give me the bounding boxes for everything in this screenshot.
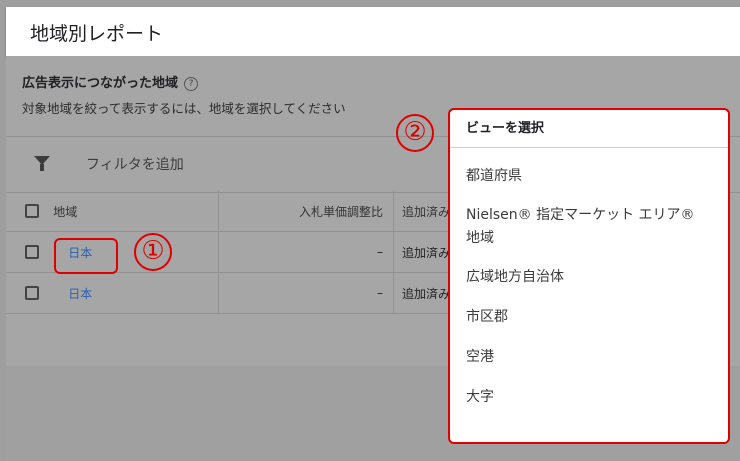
view-menu-title: ビューを選択 [450, 110, 728, 148]
view-menu-item-city[interactable]: 市区郡 [450, 306, 728, 326]
status-cell: 追加済み [393, 272, 450, 314]
column-header-region[interactable]: 地域 [53, 191, 219, 232]
annotation-number-two: ② [396, 114, 434, 152]
annotation-number-one: ① [134, 233, 172, 271]
bid-adjustment-cell: – [218, 231, 394, 273]
column-header-status[interactable]: 追加済み [393, 191, 450, 232]
annotation-highlight-box [54, 238, 118, 274]
row-checkbox[interactable] [25, 245, 39, 260]
status-cell: 追加済み [393, 231, 450, 273]
row-checkbox[interactable] [25, 286, 39, 301]
section-title-text: 広告表示につながった地域 [22, 76, 179, 91]
table-header-row: 地域 入札単価調整比 追加済み [6, 191, 450, 232]
filter-icon[interactable] [34, 156, 50, 171]
help-icon[interactable]: ? [184, 76, 199, 91]
select-all-checkbox[interactable] [25, 204, 39, 219]
view-menu-item-nielsen-dma[interactable]: Nielsen® 指定マーケット エリア® 地域 [450, 204, 706, 250]
view-select-menu: ビューを選択 都道府県 Nielsen® 指定マーケット エリア® 地域 広域地… [448, 108, 730, 444]
report-header: 地域別レポート [6, 7, 740, 56]
view-menu-item-airport[interactable]: 空港 [450, 346, 728, 366]
view-menu-item-prefecture[interactable]: 都道府県 [450, 165, 728, 185]
column-header-bid-adjustment[interactable]: 入札単価調整比 [218, 191, 394, 232]
page-title: 地域別レポート [30, 23, 164, 45]
region-link[interactable]: 日本 [68, 287, 92, 301]
view-menu-item-oaza[interactable]: 大字 [450, 386, 728, 406]
table-row: 日本 – 追加済み [6, 272, 450, 314]
view-menu-item-regional-municipality[interactable]: 広域地方自治体 [450, 266, 728, 286]
add-filter-button[interactable]: フィルタを追加 [86, 154, 184, 174]
section-subtitle: 対象地域を絞って表示するには、地域を選択してください [22, 101, 346, 116]
bid-adjustment-cell: – [218, 272, 394, 314]
section-title: 広告表示につながった地域? [22, 72, 199, 91]
